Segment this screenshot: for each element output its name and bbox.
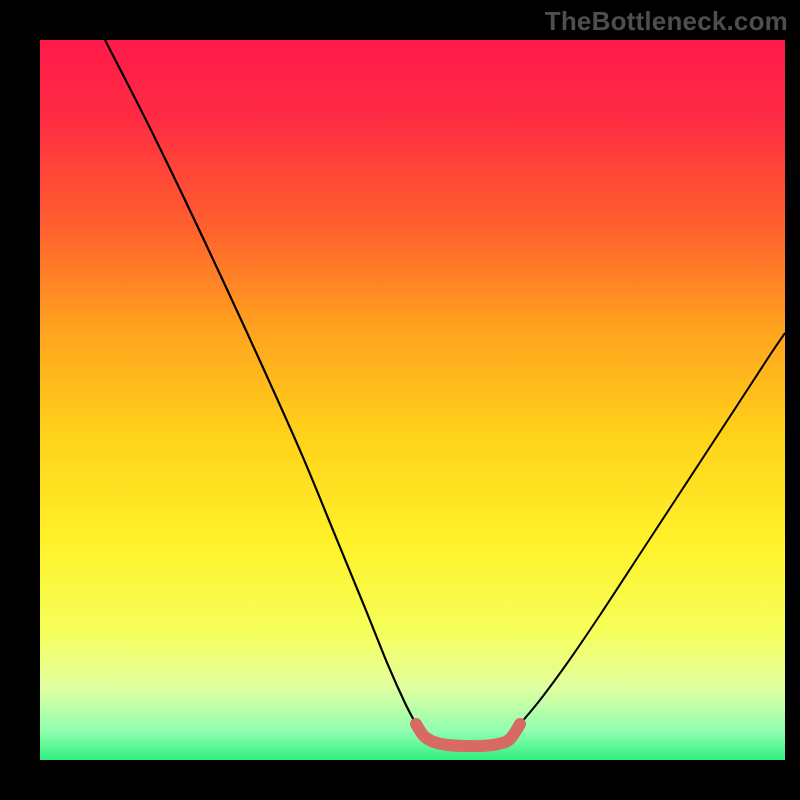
watermark-label: TheBottleneck.com [545,6,788,37]
bottleneck-chart [0,0,800,800]
chart-frame: TheBottleneck.com [0,0,800,800]
plot-background [40,40,785,760]
